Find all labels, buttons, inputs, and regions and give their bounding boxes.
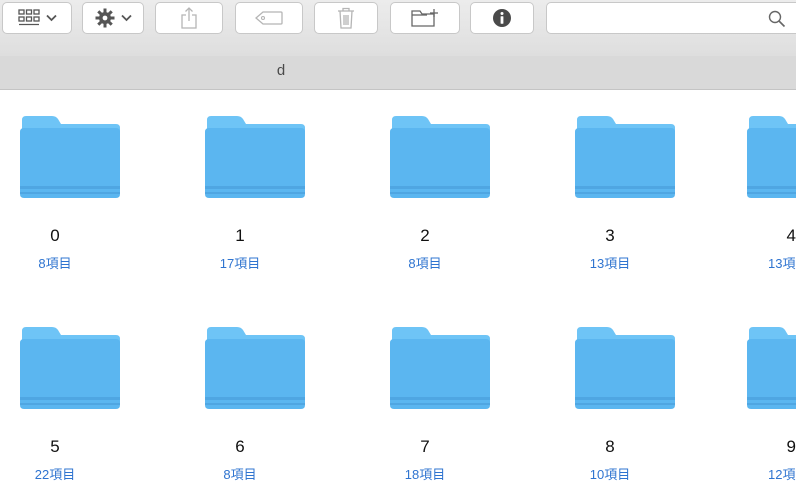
- move-to-trash-button[interactable]: [314, 2, 378, 34]
- folder-item-count: 8項目: [408, 256, 442, 271]
- folder-item[interactable]: 8 10項目: [555, 301, 685, 491]
- trash-icon: [337, 7, 355, 29]
- folder-icon: [575, 327, 675, 409]
- folder-title: d: [276, 62, 286, 79]
- chevron-down-icon: [45, 14, 57, 22]
- folder-icon: [205, 327, 305, 409]
- search-icon: [768, 10, 786, 33]
- folder-item-count: 12項目: [768, 467, 796, 482]
- get-info-button[interactable]: [470, 2, 534, 34]
- folder-item-count: 10項目: [589, 467, 631, 482]
- action-menu-button[interactable]: [82, 2, 144, 34]
- folder-item[interactable]: 6 8項目: [185, 301, 315, 491]
- folder-name: 7: [420, 437, 430, 456]
- folder-name: 1: [235, 226, 245, 245]
- toolbar: [0, 0, 796, 57]
- folder-icon: [205, 116, 305, 198]
- folder-item[interactable]: 1 17項目: [185, 90, 315, 280]
- folder-icon: [575, 116, 675, 198]
- folder-item[interactable]: 9 12項目: [741, 301, 796, 491]
- folder-icon: [20, 116, 120, 198]
- info-icon: [492, 8, 512, 28]
- search-field[interactable]: [546, 2, 796, 34]
- folder-name: 4: [786, 226, 796, 245]
- folder-name: 6: [235, 437, 245, 456]
- new-folder-icon: [411, 8, 439, 28]
- folder-item-count: 13項目: [589, 256, 631, 271]
- gear-icon: [95, 8, 115, 28]
- folder-icon: [390, 327, 490, 409]
- chevron-down-icon: [120, 14, 132, 22]
- folder-item[interactable]: 4 13項目: [741, 90, 796, 280]
- folder-item-count: 13項目: [768, 256, 796, 271]
- folder-item-count: 8項目: [223, 467, 257, 482]
- folder-item[interactable]: 5 22項目: [0, 301, 130, 491]
- folder-item[interactable]: 0 8項目: [0, 90, 130, 280]
- folder-name: 2: [420, 226, 430, 245]
- tag-icon: [255, 11, 283, 25]
- icon-grid-view-icon: [17, 9, 40, 27]
- folder-name: 3: [605, 226, 615, 245]
- folder-grid: 0 8項目 1 17項目 2 8項目 3 13項目 4 13項目 5 22: [0, 90, 796, 491]
- folder-item-count: 18項目: [404, 467, 446, 482]
- folder-name: 5: [50, 437, 60, 456]
- folder-icon: [747, 327, 796, 409]
- folder-name: 9: [786, 437, 796, 456]
- folder-item-count: 8項目: [38, 256, 72, 271]
- new-folder-button[interactable]: [390, 2, 460, 34]
- folder-name: 8: [605, 437, 615, 456]
- window-title-bar: d: [0, 56, 796, 90]
- folder-name: 0: [50, 226, 60, 245]
- share-button[interactable]: [155, 2, 223, 34]
- folder-item-count: 17項目: [219, 256, 261, 271]
- tags-button[interactable]: [235, 2, 303, 34]
- folder-icon: [747, 116, 796, 198]
- folder-icon: [20, 327, 120, 409]
- folder-icon: [390, 116, 490, 198]
- folder-item-count: 22項目: [34, 467, 76, 482]
- folder-item[interactable]: 2 8項目: [370, 90, 500, 280]
- folder-item[interactable]: 3 13項目: [555, 90, 685, 280]
- share-icon: [180, 6, 198, 30]
- folder-item[interactable]: 7 18項目: [370, 301, 500, 491]
- view-options-button[interactable]: [2, 2, 72, 34]
- search-input[interactable]: [555, 7, 759, 31]
